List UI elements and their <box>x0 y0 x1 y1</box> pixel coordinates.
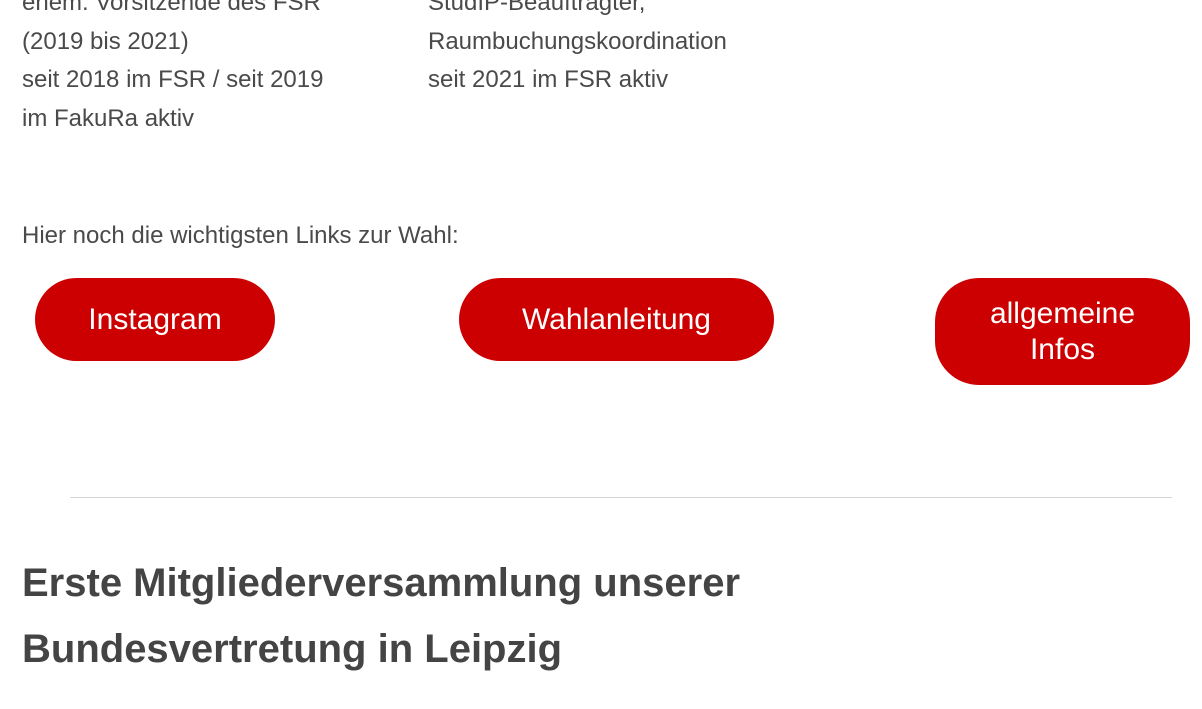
headline-line[interactable]: Erste Mitgliederversammlung unserer <box>22 550 1172 616</box>
page: ehem. Vorsitzende des FSR (2019 bis 2021… <box>0 0 1202 709</box>
bio-line: im FakuRa aktiv <box>22 104 195 132</box>
bio-line: (2019 bis 2021) <box>22 27 189 55</box>
article-headline[interactable]: Erste Mitgliederversammlung unserer Bund… <box>22 550 1172 682</box>
bio-line: seit 2021 im FSR aktiv <box>428 66 669 93</box>
wahlanleitung-link-button[interactable]: Wahlanleitung <box>459 278 774 361</box>
instagram-link-button[interactable]: Instagram <box>35 278 275 361</box>
bio-line: ehem. Vorsitzende des FSR <box>22 0 321 16</box>
bio-line: seit 2018 im FSR / seit 2019 <box>22 66 324 93</box>
links-intro-text: Hier noch die wichtigsten Links zur Wahl… <box>22 222 459 249</box>
allgemeine-infos-link-button[interactable]: allgemeine Infos <box>935 278 1190 385</box>
member-bio-left: ehem. Vorsitzende des FSR (2019 bis 2021… <box>22 0 392 138</box>
bio-line: StudIP-Beauftragter, <box>428 0 646 16</box>
headline-line[interactable]: Bundesvertretung in Leipzig <box>22 616 1172 682</box>
member-bio-right: StudIP-Beauftragter, Raumbuchungskoordin… <box>428 0 848 100</box>
bio-line: Raumbuchungskoordination <box>428 27 727 55</box>
section-divider <box>70 497 1172 498</box>
